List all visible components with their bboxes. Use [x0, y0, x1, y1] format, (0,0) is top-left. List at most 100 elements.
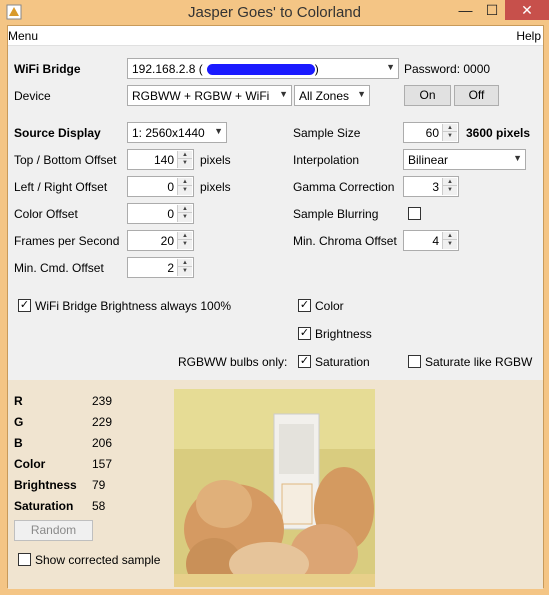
min-chroma-offset-value: 4	[432, 234, 439, 248]
sample-blurring-checkbox[interactable]	[408, 207, 421, 220]
zone-select[interactable]: All Zones ▼	[294, 85, 370, 106]
left-right-unit: pixels	[200, 180, 231, 194]
arrow-up-icon[interactable]: ▲	[178, 259, 192, 267]
stat-value-color: 157	[92, 457, 113, 471]
arrow-down-icon[interactable]: ▼	[178, 267, 192, 275]
wifi-bridge-ip: 192.168.2.8 (	[132, 62, 203, 76]
saturation-checkbox-label: Saturation	[315, 355, 370, 369]
arrow-up-icon[interactable]: ▲	[178, 205, 192, 213]
min-cmd-offset-value: 2	[167, 261, 174, 275]
min-chroma-offset-stepper[interactable]: 4 ▲ ▼	[403, 230, 459, 251]
source-display-select[interactable]: 1: 2560x1440 ▼	[127, 122, 227, 143]
wifi-bridge-label: WiFi Bridge	[14, 62, 81, 76]
arrow-down-icon[interactable]: ▼	[178, 213, 192, 221]
left-right-offset-stepper[interactable]: 0 ▲ ▼	[127, 176, 194, 197]
stepper-buttons: ▲ ▼	[177, 205, 192, 222]
gamma-correction-stepper[interactable]: 3 ▲ ▼	[403, 176, 459, 197]
stat-label-g: G	[14, 415, 24, 429]
menu-item-menu[interactable]: Menu	[8, 29, 38, 43]
stepper-buttons: ▲ ▼	[442, 124, 457, 141]
menu-bar: Menu Help	[8, 26, 543, 46]
arrow-up-icon[interactable]: ▲	[178, 232, 192, 240]
show-corrected-label: Show corrected sample	[35, 553, 161, 567]
device-type-value: RGBWW + RGBW + WiFi	[132, 89, 270, 103]
arrow-down-icon[interactable]: ▼	[443, 240, 457, 248]
min-cmd-offset-label: Min. Cmd. Offset	[14, 261, 104, 275]
arrow-down-icon[interactable]: ▼	[443, 132, 457, 140]
source-display-label: Source Display	[14, 126, 101, 140]
stepper-buttons: ▲ ▼	[177, 178, 192, 195]
color-checkbox-label: Color	[315, 299, 344, 313]
arrow-down-icon[interactable]: ▼	[178, 186, 192, 194]
title-bar[interactable]: Jasper Goes' to Colorland — ☐ ✕	[0, 0, 549, 25]
redacted-name	[206, 64, 315, 76]
stepper-buttons: ▲ ▼	[442, 178, 457, 195]
top-bottom-offset-stepper[interactable]: 140 ▲ ▼	[127, 149, 194, 170]
saturate-rgbw-label: Saturate like RGBW	[425, 355, 533, 369]
random-button[interactable]: Random	[14, 520, 93, 541]
left-right-offset-value: 0	[167, 180, 174, 194]
arrow-up-icon[interactable]: ▲	[178, 151, 192, 159]
stat-value-g: 229	[92, 415, 113, 429]
stepper-buttons: ▲ ▼	[177, 151, 192, 168]
sample-panel: R 239 G 229 B 206 Color 157 Brightness 7…	[8, 380, 543, 589]
sample-blurring-label: Sample Blurring	[293, 207, 379, 221]
stat-label-brightness: Brightness	[14, 478, 77, 492]
device-type-select[interactable]: RGBWW + RGBW + WiFi ▼	[127, 85, 292, 106]
password-label: Password: 0000	[404, 62, 491, 76]
client-area: Menu Help WiFi Bridge 192.168.2.8 () ▼ P…	[7, 25, 544, 589]
stat-value-r: 239	[92, 394, 113, 408]
maximize-button[interactable]: ☐	[479, 0, 505, 20]
off-button[interactable]: Off	[454, 85, 499, 106]
saturation-checkbox[interactable]: ✓	[298, 355, 311, 368]
arrow-down-icon[interactable]: ▼	[443, 186, 457, 194]
sample-size-value: 60	[425, 126, 439, 140]
arrow-up-icon[interactable]: ▲	[443, 232, 457, 240]
fps-stepper[interactable]: 20 ▲ ▼	[127, 230, 194, 251]
chevron-down-icon: ▼	[357, 89, 366, 99]
arrow-up-icon[interactable]: ▲	[443, 124, 457, 132]
sample-size-stepper[interactable]: 60 ▲ ▼	[403, 122, 459, 143]
source-display-value: 1: 2560x1440	[132, 126, 205, 140]
top-bottom-offset-label: Top / Bottom Offset	[14, 153, 117, 167]
min-cmd-offset-stepper[interactable]: 2 ▲ ▼	[127, 257, 194, 278]
arrow-down-icon[interactable]: ▼	[178, 159, 192, 167]
sample-size-label: Sample Size	[293, 126, 361, 140]
brightness-checkbox[interactable]: ✓	[298, 327, 311, 340]
wifi-bridge-select[interactable]: 192.168.2.8 () ▼	[127, 58, 399, 79]
chevron-down-icon: ▼	[279, 89, 288, 99]
arrow-up-icon[interactable]: ▲	[443, 178, 457, 186]
arrow-up-icon[interactable]: ▲	[178, 178, 192, 186]
minimize-button[interactable]: —	[452, 0, 479, 20]
saturate-rgbw-checkbox[interactable]	[408, 355, 421, 368]
color-checkbox[interactable]: ✓	[298, 299, 311, 312]
rgbww-only-label: RGBWW bulbs only:	[178, 355, 288, 369]
stat-label-color: Color	[14, 457, 46, 471]
top-bottom-offset-value: 140	[153, 153, 174, 167]
wifi-bridge-ip-close: )	[314, 62, 319, 76]
gamma-correction-value: 3	[432, 180, 439, 194]
sample-size-unit: 3600 pixels	[466, 126, 531, 140]
color-offset-label: Color Offset	[14, 207, 78, 221]
menu-item-help[interactable]: Help	[516, 29, 541, 43]
stat-label-saturation: Saturation	[14, 499, 74, 513]
close-button[interactable]: ✕	[505, 0, 549, 20]
arrow-down-icon[interactable]: ▼	[178, 240, 192, 248]
color-offset-stepper[interactable]: 0 ▲ ▼	[127, 203, 194, 224]
interpolation-value: Bilinear	[408, 153, 449, 167]
wifi-brightness-checkbox[interactable]: ✓	[18, 299, 31, 312]
color-offset-value: 0	[167, 207, 174, 221]
stepper-buttons: ▲ ▼	[177, 232, 192, 249]
stat-value-b: 206	[92, 436, 113, 450]
fps-label: Frames per Second	[14, 234, 120, 248]
interpolation-select[interactable]: Bilinear ▼	[403, 149, 526, 170]
interpolation-label: Interpolation	[293, 153, 360, 167]
zone-value: All Zones	[299, 89, 350, 103]
brightness-checkbox-label: Brightness	[315, 327, 372, 341]
stat-value-brightness: 79	[92, 478, 106, 492]
chevron-down-icon: ▼	[386, 62, 395, 72]
app-window: Jasper Goes' to Colorland — ☐ ✕ Menu Hel…	[0, 0, 549, 595]
on-button[interactable]: On	[404, 85, 451, 106]
show-corrected-checkbox[interactable]	[18, 553, 31, 566]
left-right-offset-label: Left / Right Offset	[14, 180, 108, 194]
